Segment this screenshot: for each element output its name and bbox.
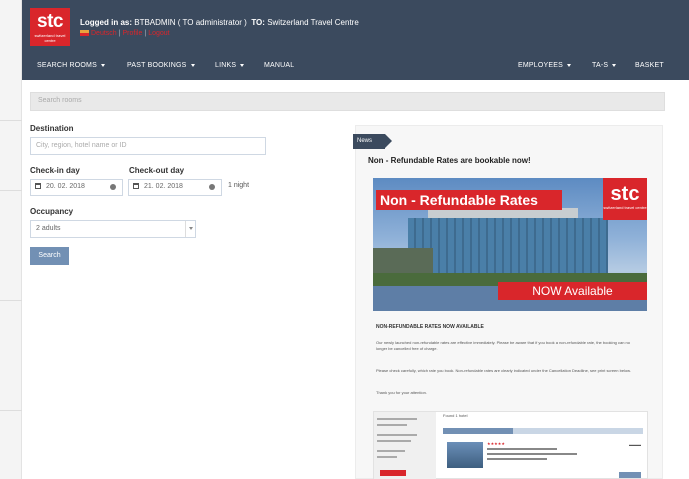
article-paragraph: Thank you for your attention. xyxy=(376,390,427,395)
article-paragraph: Please check carefully, which rate you b… xyxy=(376,368,631,373)
profile-link[interactable]: Profile xyxy=(123,30,143,37)
nav-search-rooms-label: SEARCH ROOMS xyxy=(37,62,97,69)
to-prefix: TO: xyxy=(251,18,265,27)
booking-screenshot-preview: Found 1 hotel ★★★★★ ▬▬▬ xyxy=(373,411,648,479)
news-title: Non - Refundable Rates are bookable now! xyxy=(368,156,531,165)
preview-book-button xyxy=(619,472,641,478)
occupancy-value: 2 adults xyxy=(36,225,61,232)
chevron-down-icon xyxy=(240,63,245,67)
clear-icon[interactable] xyxy=(209,184,215,190)
flag-icon xyxy=(80,30,89,37)
nav-links[interactable]: LINKS xyxy=(215,62,245,69)
login-info: Logged in as: BTBADMIN ( TO administrato… xyxy=(80,18,359,27)
calendar-icon xyxy=(133,183,139,189)
calendar-icon xyxy=(35,183,41,189)
preview-stars: ★★★★★ xyxy=(487,441,505,446)
chevron-down-icon xyxy=(185,221,195,237)
nav-past-bookings[interactable]: PAST BOOKINGS xyxy=(127,62,195,69)
nav-employees-label: EMPLOYEES xyxy=(518,62,563,69)
search-rooms-bar[interactable]: Search rooms xyxy=(30,92,665,111)
preview-price: ▬▬▬ xyxy=(629,442,641,447)
nav-links-label: LINKS xyxy=(215,62,237,69)
search-button[interactable]: Search xyxy=(30,247,69,265)
article-heading: NON-REFUNDABLE RATES NOW AVAILABLE xyxy=(376,324,484,330)
to-value: Switzerland Travel Centre xyxy=(267,18,359,27)
checkout-label: Check-out day xyxy=(129,166,185,175)
stc-logo[interactable]: stc switzerland travel centre xyxy=(30,8,70,46)
logout-link[interactable]: Logout xyxy=(148,30,169,37)
nav-manual-label: MANUAL xyxy=(264,62,295,69)
preview-red-button xyxy=(380,470,406,476)
logged-in-user: BTBADMIN ( TO administrator ) xyxy=(134,18,247,27)
preview-found-count: Found 1 hotel xyxy=(443,413,468,418)
article-paragraph: Our newly launched non-refundable rates … xyxy=(376,340,631,351)
nav-tas[interactable]: TA-S xyxy=(592,62,617,69)
chevron-down-icon xyxy=(190,63,195,67)
strip-divider xyxy=(0,120,22,121)
destination-input[interactable]: City, region, hotel name or ID xyxy=(30,137,266,155)
checkout-value: 21. 02. 2018 xyxy=(144,183,183,190)
nav-basket[interactable]: BASKET xyxy=(635,62,664,69)
logo-text: stc xyxy=(37,11,63,32)
chevron-down-icon xyxy=(100,63,105,67)
nav-tas-label: TA-S xyxy=(592,62,609,69)
strip-divider xyxy=(0,190,22,191)
nav-search-rooms[interactable]: SEARCH ROOMS xyxy=(37,62,105,69)
news-banner-image: Non - Refundable Rates stc switzerland t… xyxy=(373,178,647,311)
checkin-value: 20. 02. 2018 xyxy=(46,183,85,190)
nav-employees[interactable]: EMPLOYEES xyxy=(518,62,571,69)
strip-divider xyxy=(0,300,22,301)
account-links: Deutsch | Profile | Logout xyxy=(80,30,170,37)
banner-logo-subtext: switzerland travel centre xyxy=(603,205,647,210)
occupancy-select[interactable]: 2 adults xyxy=(30,220,196,238)
checkout-date-field[interactable]: 21. 02. 2018 xyxy=(128,179,222,196)
nights-count: 1 night xyxy=(228,182,250,189)
strip-divider xyxy=(0,410,22,411)
logged-in-prefix: Logged in as: xyxy=(80,18,132,27)
nav-basket-label: BASKET xyxy=(635,62,664,69)
preview-hotel-image xyxy=(447,442,483,468)
left-strip xyxy=(0,0,22,479)
clear-icon[interactable] xyxy=(110,184,116,190)
language-link[interactable]: Deutsch xyxy=(91,30,117,37)
banner-logo-text: stc xyxy=(610,183,640,205)
checkin-date-field[interactable]: 20. 02. 2018 xyxy=(30,179,123,196)
destination-label: Destination xyxy=(30,124,74,133)
logo-subtext: switzerland travel centre xyxy=(34,33,66,43)
banner-title: Non - Refundable Rates xyxy=(376,190,562,210)
preview-sidebar xyxy=(374,412,436,479)
chevron-down-icon xyxy=(612,63,617,67)
occupancy-label: Occupancy xyxy=(30,207,74,216)
main-nav: SEARCH ROOMS PAST BOOKINGS LINKS MANUAL … xyxy=(22,58,689,76)
chevron-down-icon xyxy=(566,63,571,67)
banner-logo: stc switzerland travel centre xyxy=(603,178,647,220)
banner-now-available: NOW Available xyxy=(498,282,647,300)
preview-tabs xyxy=(443,428,643,434)
nav-past-bookings-label: PAST BOOKINGS xyxy=(127,62,187,69)
nav-manual[interactable]: MANUAL xyxy=(264,62,294,69)
news-tag: News xyxy=(353,134,392,149)
checkin-label: Check-in day xyxy=(30,166,80,175)
